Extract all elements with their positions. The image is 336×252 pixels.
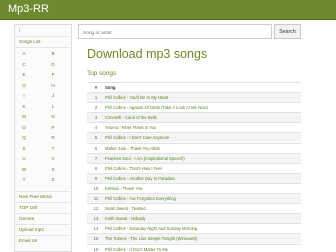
table-row: 1 Phil Collins - You'll Be In My Heart [87,92,301,102]
page-title: Download mp3 songs [87,47,208,61]
letter-link-d[interactable]: D [48,62,58,67]
table-row: 2 Phil Collins - Against All Odds (Take A… [87,102,301,112]
letter-link-i[interactable]: I [19,93,29,98]
search-input[interactable] [78,24,272,39]
row-number: 2 [94,105,98,111]
sidebar-divider [16,202,70,203]
song-link[interactable]: Phil Collins - Against All Odds (Take A … [105,105,208,110]
table-row: 7 Fearless Soul - I Am (Inspirational Spe… [87,152,301,163]
search-button[interactable]: Search [274,24,301,39]
table-row: 6 Maher Zain - Thank You Allah [87,142,301,153]
letter-link-h[interactable]: H [48,83,58,88]
row-number: 14 [93,226,99,232]
column-header-number: # [94,85,98,90]
letter-link-c[interactable]: C [19,62,29,67]
letter-link-l[interactable]: L [48,104,58,109]
letter-link-y[interactable]: Y [19,177,29,182]
letter-link-u[interactable]: U [19,156,29,161]
row-number: 4 [94,125,98,131]
song-link[interactable]: Phil Collins - You'll Be In My Heart [105,95,168,100]
table-row: 4 Yiruma - River Flows in You [87,122,301,132]
letter-link-o[interactable]: O [19,125,29,130]
top-bar: Mp3-RR [0,0,336,20]
table-row: 11 Phil Collins - I've Forgotten Everythi… [87,193,301,203]
table-row: 13 Keith Sweat - Nobody [87,213,301,224]
table-row: 16 Phil Collins - If Don't Matter To Me [87,243,301,252]
table-row: 8 Phil Collins - That's How I Feel [87,162,301,173]
table-row: 15 The Tokens - The Lion Sleeps Tonight (… [87,233,301,244]
row-number: 13 [93,216,99,222]
letter-link-e[interactable]: E [19,72,29,77]
letter-link-b[interactable]: B [48,51,58,56]
song-link[interactable]: Yiruma - River Flows in You [105,125,156,130]
sidebar-item-upload-mp3[interactable]: Upload mp3 [19,227,44,232]
section-subtitle: Top songs [87,70,117,77]
letter-link-v[interactable]: V [48,156,58,161]
sidebar-divider [16,47,70,48]
sidebar-divider [16,36,70,37]
row-number: 15 [93,236,99,242]
letter-link-j[interactable]: J [48,93,58,98]
sidebar-item-home[interactable]: / [19,28,20,33]
letter-link-p[interactable]: P [48,125,58,130]
sidebar-item-genres[interactable]: Genres [19,216,34,221]
sidebar-item-email-us[interactable]: Email Us [19,238,37,243]
table-row: 14 Phil Collins - Saturday Night And Sund… [87,223,301,233]
sidebar-divider [16,213,70,214]
song-link[interactable]: Noah Sweat - Twisted [105,206,146,211]
sidebar-divider [16,235,70,236]
row-number: 7 [94,155,98,161]
song-link[interactable]: The Tokens - The Lion Sleeps Tonight (Wi… [105,236,197,241]
row-number: 8 [94,165,98,171]
table-row: 9 Phil Collins - Another Day In Paradise [87,172,301,183]
row-number: 3 [94,115,98,121]
letter-link-x[interactable]: X [48,167,58,172]
letter-link-k[interactable]: K [19,104,29,109]
sidebar-item-new-free-music[interactable]: New Free Music [19,194,52,199]
letter-link-n[interactable]: N [48,114,58,119]
song-link[interactable]: Phil Collins - Another Day In Paradise [105,176,175,181]
song-link[interactable]: Phil Collins - If Don't Matter To Me [105,247,168,252]
row-number: 9 [94,175,98,181]
sidebar-item-top-100[interactable]: TOP 100 [19,205,37,210]
song-link[interactable]: Phil Collins - I Don't Care Anymore [105,135,169,140]
row-number: 6 [94,145,98,151]
column-header-song: Song [105,85,116,90]
letter-link-r[interactable]: R [48,135,58,140]
song-link[interactable]: Phil Collins - Saturday Night And Sunday… [105,226,197,231]
row-number: 1 [94,95,98,100]
letter-link-w[interactable]: W [19,167,29,172]
song-link[interactable]: Phil Collins - I've Forgotten Everything [105,196,176,201]
row-number: 5 [94,135,98,141]
table-header-row: # Song [87,82,301,92]
site-logo[interactable]: Mp3-RR [8,3,49,15]
letter-link-z[interactable]: Z [48,177,58,182]
letter-link-q[interactable]: Q [19,135,29,140]
letter-link-f[interactable]: F [48,72,58,77]
letter-link-m[interactable]: M [19,114,29,119]
table-row: 12 Noah Sweat - Twisted [87,203,301,213]
sidebar-item-songs-list[interactable]: Songs List [19,39,40,44]
song-link[interactable]: Cimorelli - Carol of the Bells [105,115,157,120]
song-link[interactable]: Fearless Soul - I Am (Inspirational Spee… [105,156,185,161]
song-link[interactable]: Kehlani - Thank You [105,186,142,191]
sidebar: / Songs List ABCDEFGHIJKLMNOPQRSTUVWXYZ … [14,24,72,252]
row-number: 12 [93,206,99,212]
sidebar-divider [16,191,70,192]
row-number: 11 [93,196,99,201]
song-link[interactable]: Phil Collins - That's How I Feel [105,166,162,171]
row-number: 16 [93,246,99,252]
letter-link-t[interactable]: T [48,146,58,151]
letter-link-s[interactable]: S [19,146,29,151]
song-link[interactable]: Maher Zain - Thank You Allah [105,146,160,151]
song-link[interactable]: Keith Sweat - Nobody [105,216,146,221]
letter-link-a[interactable]: A [19,51,29,56]
row-number: 10 [93,185,99,191]
table-row: 3 Cimorelli - Carol of the Bells [87,112,301,123]
sidebar-divider [16,224,70,225]
table-row: 10 Kehlani - Thank You [87,182,301,193]
table-row: 5 Phil Collins - I Don't Care Anymore [87,132,301,143]
letter-link-g[interactable]: G [19,83,29,88]
